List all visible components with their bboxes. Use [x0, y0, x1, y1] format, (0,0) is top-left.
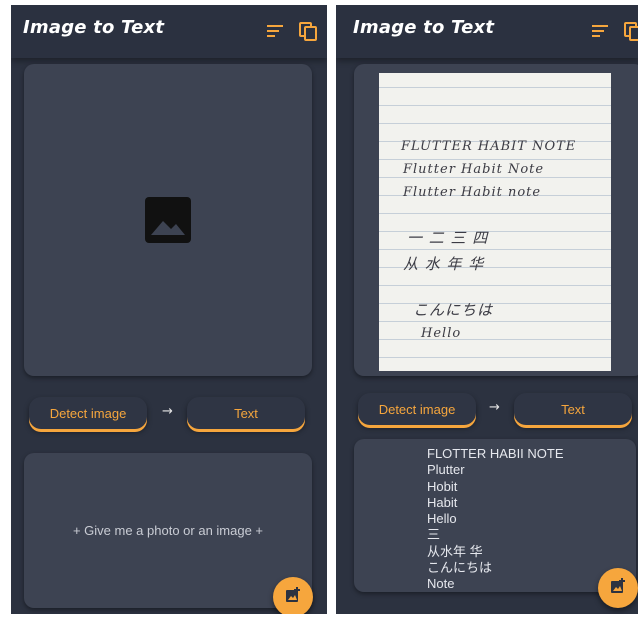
app-bar: Image to Text: [336, 5, 638, 58]
image-preview-panel[interactable]: [24, 64, 312, 376]
result-line: Habit: [427, 494, 458, 510]
notebook-photo: FLUTTER HABIT NOTE Flutter Habit Note Fl…: [379, 73, 611, 371]
result-line: Hobit: [427, 478, 458, 494]
screen-empty-state: Image to Text Detect image → Text + Give…: [11, 5, 327, 614]
arrow-icon: →: [162, 404, 173, 419]
text-output-panel[interactable]: FLOTTER HABII NOTE Plutter Hobit Habit H…: [354, 439, 636, 592]
copy-icon[interactable]: [622, 20, 638, 42]
result-line: Plutter: [427, 462, 465, 478]
handwriting-line: 一 二 三 四: [407, 229, 489, 247]
handwriting-line: Hello: [421, 326, 462, 341]
text-button[interactable]: Text: [187, 397, 305, 429]
handwriting-line: Flutter Habit Note: [403, 162, 545, 177]
add-photo-icon: [284, 586, 302, 608]
handwriting-line: Flutter Habit note: [403, 185, 542, 200]
detect-image-button[interactable]: Detect image: [358, 393, 476, 425]
result-line: こんにちは: [427, 560, 493, 576]
sort-lines-icon[interactable]: [264, 20, 286, 42]
text-button[interactable]: Text: [514, 393, 632, 425]
result-line: 三: [427, 527, 441, 543]
sort-lines-icon[interactable]: [589, 20, 611, 42]
placeholder-text: + Give me a photo or an image +: [72, 523, 264, 538]
detect-image-button[interactable]: Detect image: [29, 397, 147, 429]
result-line: FLOTTER HABII NOTE: [427, 446, 564, 461]
image-icon: [145, 197, 191, 247]
handwriting-line: FLUTTER HABIT NOTE: [401, 139, 577, 154]
image-preview-panel[interactable]: FLUTTER HABIT NOTE Flutter Habit Note Fl…: [354, 64, 638, 376]
app-bar: Image to Text: [11, 5, 327, 58]
screen-result-state: Image to Text FLUTTER HABIT NOTE Flutter…: [336, 5, 638, 614]
add-photo-icon: [609, 577, 627, 599]
recognized-text: FLOTTER HABII NOTE Plutter Hobit Habit H…: [427, 446, 630, 588]
result-line: 从水年 华: [427, 543, 483, 559]
copy-icon[interactable]: [297, 20, 319, 42]
text-output-panel: + Give me a photo or an image +: [24, 453, 312, 608]
add-photo-button[interactable]: [273, 577, 313, 614]
app-title: Image to Text: [23, 17, 165, 38]
add-photo-button[interactable]: [598, 568, 638, 608]
app-title: Image to Text: [353, 17, 495, 38]
handwriting-line: こんにちは: [413, 301, 494, 319]
result-line: Hello: [427, 511, 457, 527]
arrow-icon: →: [489, 400, 500, 415]
handwriting-line: 从 水 年 华: [403, 255, 485, 273]
